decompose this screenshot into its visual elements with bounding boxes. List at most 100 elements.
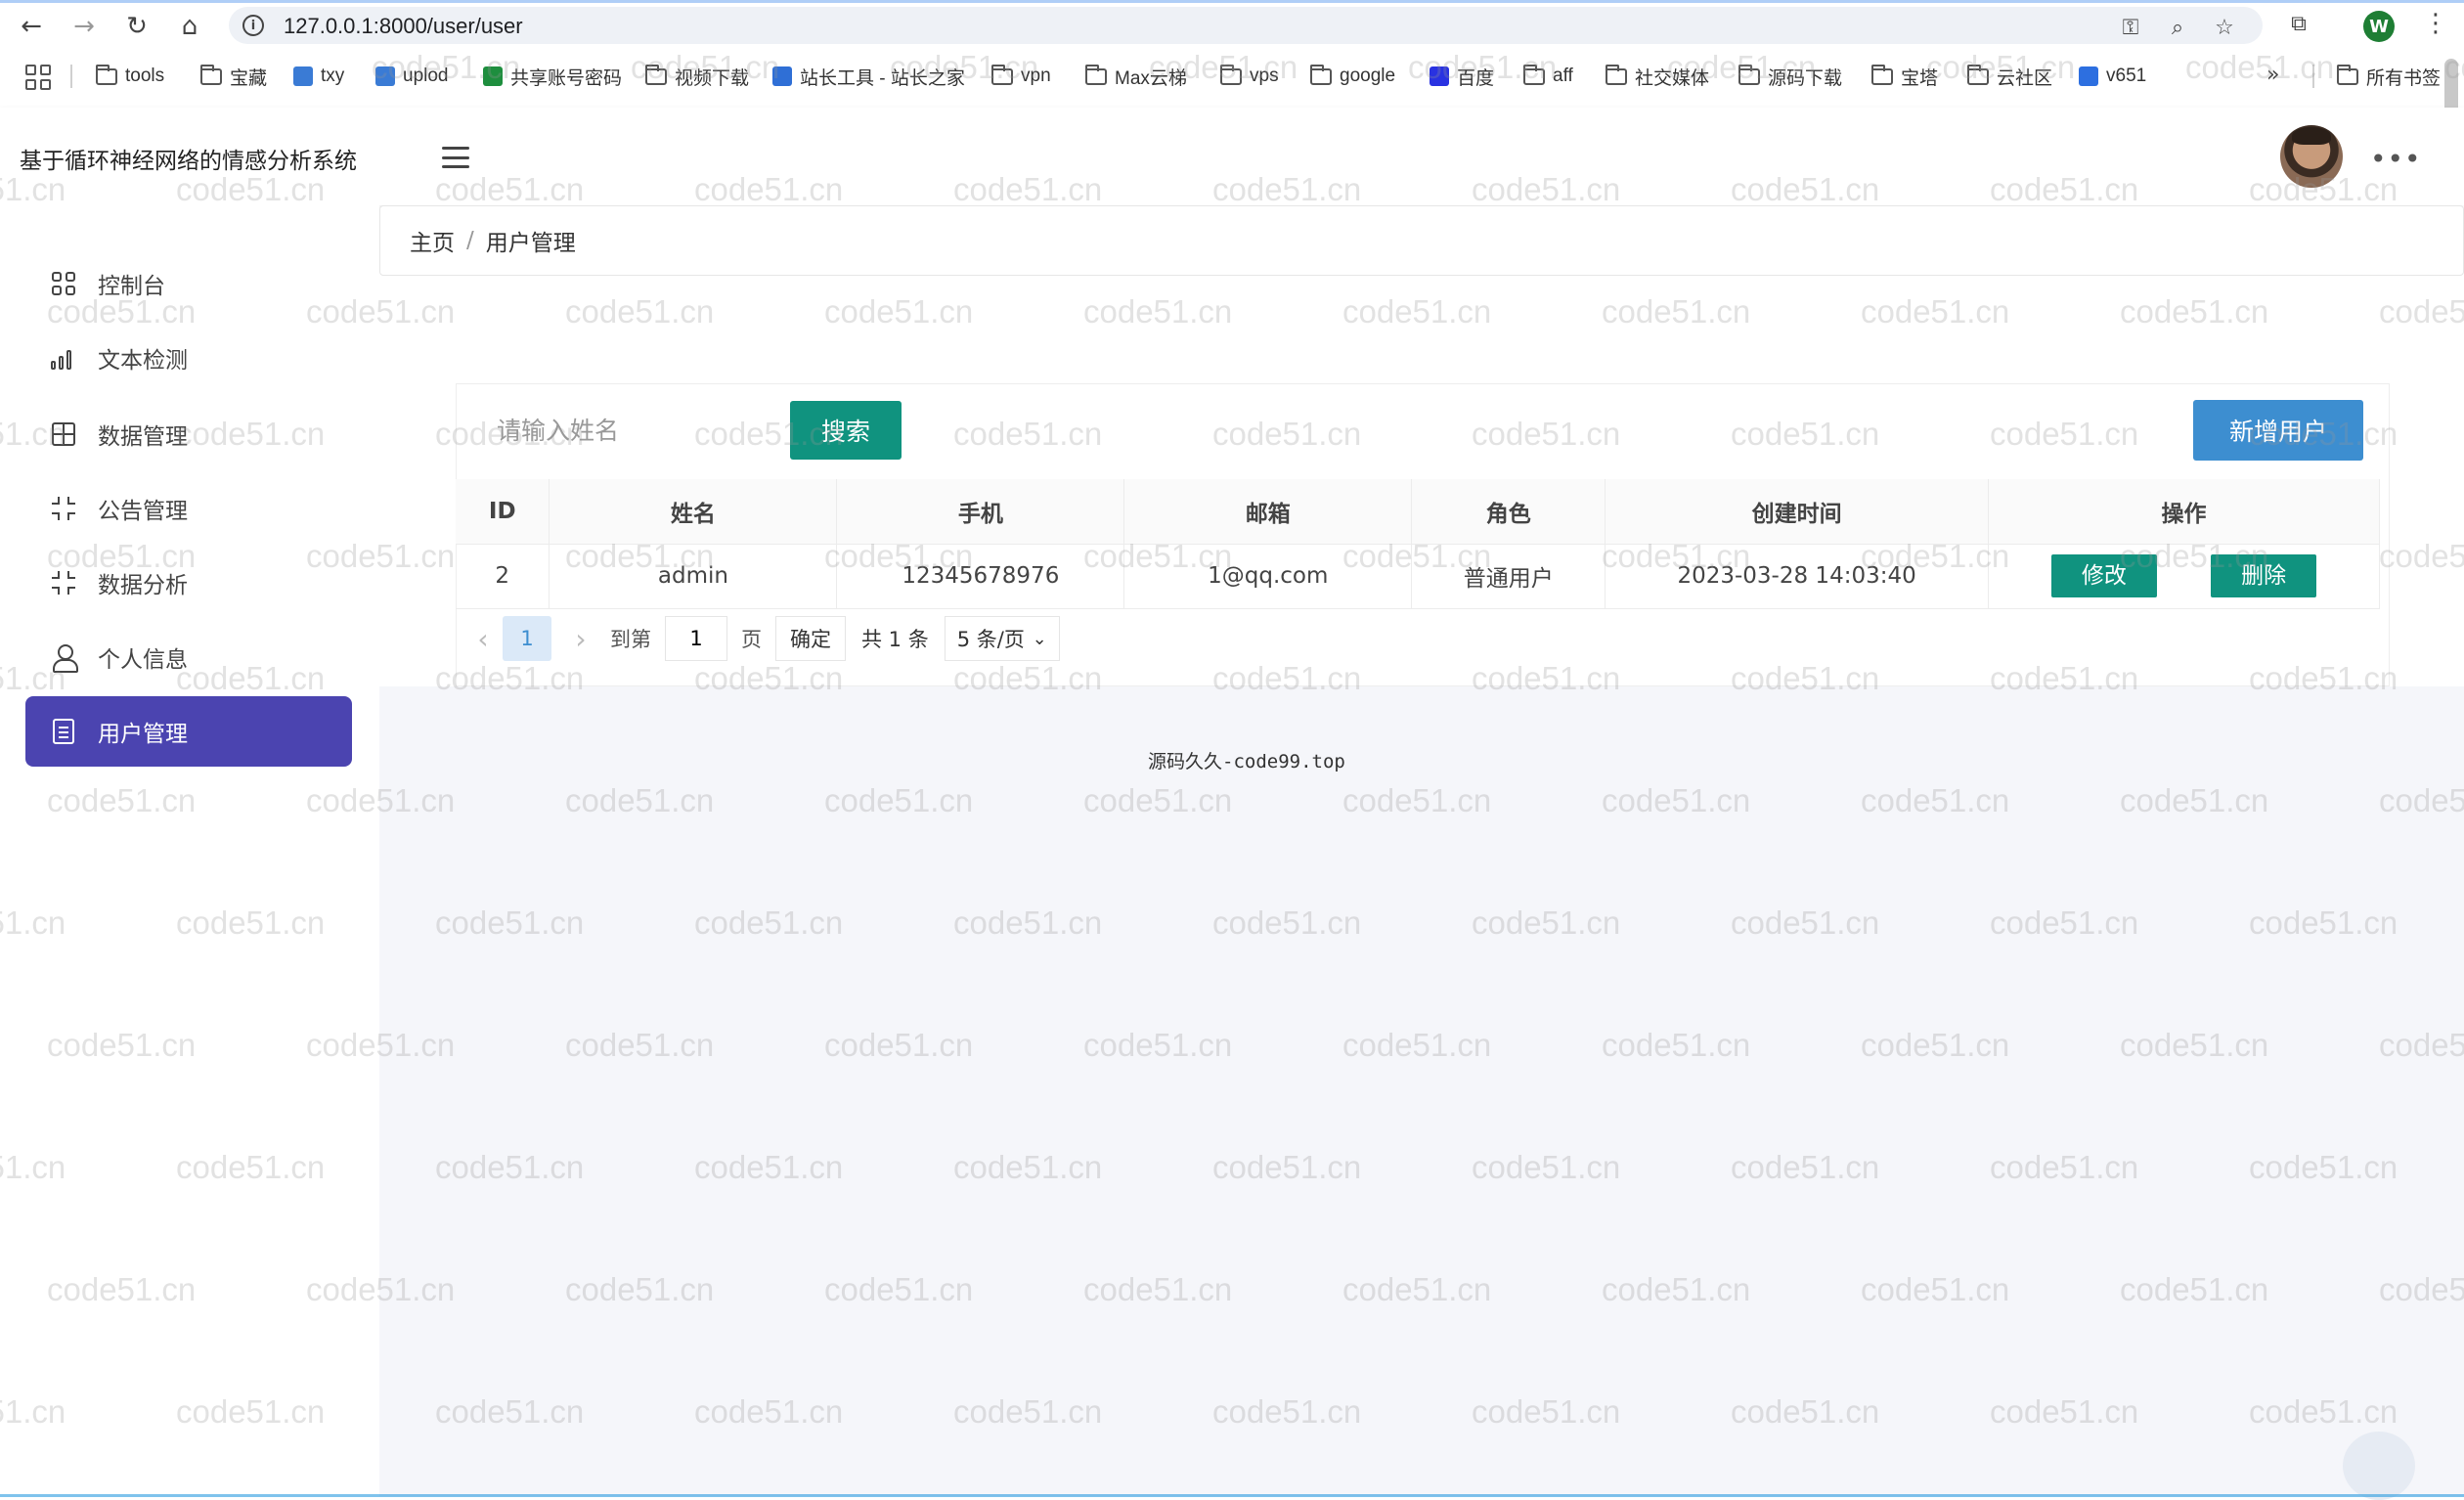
bookmark-item[interactable]: 站长工具 - 站长之家: [772, 63, 965, 90]
more-bookmarks-icon[interactable]: »: [2266, 63, 2279, 87]
bookmark-item[interactable]: 视频下载: [645, 63, 749, 90]
bookmark-item[interactable]: txy: [293, 63, 344, 90]
bookmark-star-icon[interactable]: ☆: [2210, 13, 2239, 42]
search-button[interactable]: 搜索: [790, 401, 902, 460]
password-key-icon[interactable]: ⚿: [2116, 13, 2145, 42]
column-header-id[interactable]: ID: [456, 479, 550, 545]
column-header-phone[interactable]: 手机: [836, 479, 1125, 545]
bookmark-item[interactable]: aff: [1523, 63, 1573, 90]
sidebar-item-announcements[interactable]: 公告管理: [25, 473, 352, 544]
breadcrumb-separator: /: [466, 228, 474, 253]
column-header-role[interactable]: 角色: [1411, 479, 1606, 545]
cell-actions: 修改 删除: [1988, 544, 2380, 609]
user-icon: [51, 644, 78, 673]
delete-button[interactable]: 删除: [2211, 554, 2317, 597]
bookmark-item[interactable]: google: [1310, 63, 1395, 90]
bookmark-item[interactable]: 百度: [1430, 63, 1494, 90]
table-header-row: ID 姓名 手机 邮箱 角色 创建时间 操作: [456, 479, 2380, 545]
browser-bottom-line: [0, 1494, 2464, 1497]
watermark-text: code51.cn: [2379, 293, 2464, 330]
bookmark-item[interactable]: 共享账号密码: [483, 63, 622, 90]
user-table: ID 姓名 手机 邮箱 角色 创建时间 操作 2 admin 123456789…: [456, 479, 2380, 609]
user-avatar[interactable]: [2280, 125, 2343, 188]
more-options-icon[interactable]: •••: [2370, 143, 2422, 175]
folder-icon: [991, 64, 1013, 85]
site-info-icon[interactable]: i: [242, 15, 264, 36]
back-icon[interactable]: ←: [14, 9, 49, 44]
bookmark-label: 源码下载: [1768, 67, 1843, 89]
watermark-text: code51.cn: [1083, 293, 1233, 330]
home-icon[interactable]: ⌂: [172, 9, 207, 44]
zoom-icon[interactable]: ⌕: [2163, 13, 2192, 42]
url-text[interactable]: 127.0.0.1:8000/user/user: [284, 14, 523, 39]
settings-fab-icon[interactable]: [2343, 1432, 2415, 1500]
sidebar-item-user-management[interactable]: 用户管理: [25, 696, 352, 767]
reload-icon[interactable]: ↻: [119, 9, 154, 44]
cell-name: admin: [549, 544, 838, 609]
edit-button[interactable]: 修改: [2050, 554, 2157, 597]
sidebar-item-data-analysis[interactable]: 数据分析: [25, 548, 352, 618]
watermark-text: code51.cn: [1602, 293, 1751, 330]
address-bar[interactable]: i 127.0.0.1:8000/user/user ⚿ ⌕ ☆: [229, 7, 2263, 44]
goto-confirm-button[interactable]: 确定: [775, 616, 846, 661]
breadcrumb-home[interactable]: 主页: [410, 224, 455, 257]
breadcrumb: 主页 / 用户管理: [379, 205, 2464, 276]
bookmark-item[interactable]: 宝塔: [1871, 63, 1938, 90]
search-input[interactable]: [479, 401, 790, 460]
browser-toolbar: ← → ↻ ⌂ i 127.0.0.1:8000/user/user ⚿ ⌕ ☆…: [0, 3, 2464, 44]
bookmark-label: 社交媒体: [1635, 67, 1710, 89]
page-size-value: 5 条/页: [956, 628, 1025, 651]
profile-avatar[interactable]: W: [2363, 11, 2395, 42]
goto-page-input[interactable]: [665, 616, 727, 661]
bookmark-label: v651: [2106, 66, 2147, 86]
bookmark-item[interactable]: vps: [1220, 63, 1279, 90]
column-header-email[interactable]: 邮箱: [1123, 479, 1413, 545]
bookmark-label: Max云梯: [1115, 67, 1187, 89]
all-bookmarks[interactable]: 所有书签: [2337, 63, 2441, 90]
bookmark-item[interactable]: 宝藏: [200, 63, 267, 90]
folder-icon: [1085, 64, 1107, 85]
bookmark-item[interactable]: Max云梯: [1085, 63, 1187, 90]
watermark-text: code51.cn: [565, 293, 715, 330]
bookmark-label: 云社区: [1997, 67, 2053, 89]
cell-created: 2023-03-28 14:03:40: [1605, 544, 1990, 609]
sidebar-item-text-detection[interactable]: 文本检测: [25, 323, 352, 393]
browser-menu-icon[interactable]: ⋮: [2423, 9, 2448, 38]
page-size-select[interactable]: 5 条/页 ⌄: [944, 616, 1060, 661]
page-number-1[interactable]: 1: [503, 616, 551, 661]
bookmark-label: vpn: [1021, 66, 1051, 86]
next-page-icon[interactable]: ›: [561, 623, 600, 655]
column-header-created[interactable]: 创建时间: [1605, 479, 1990, 545]
total-count: 共 1 条: [861, 628, 929, 651]
bookmark-label: uplod: [403, 66, 449, 86]
bookmark-item[interactable]: tools: [96, 63, 164, 90]
bookmark-item[interactable]: 云社区: [1967, 63, 2052, 90]
bookmark-label: 共享账号密码: [510, 67, 623, 89]
sidebar-item-label: 个人信息: [98, 647, 188, 673]
prev-page-icon[interactable]: ‹: [463, 623, 503, 655]
footer-text: 源码久久-code99.top: [1148, 751, 1345, 772]
bookmark-label: vps: [1250, 66, 1279, 86]
sidebar-item-label: 公告管理: [98, 499, 188, 524]
bookmark-item[interactable]: 源码下载: [1738, 63, 1842, 90]
bookmark-item[interactable]: vpn: [991, 63, 1051, 90]
table-icon: [51, 421, 76, 447]
sidebar-item-dashboard[interactable]: 控制台: [25, 248, 352, 319]
extensions-icon[interactable]: ⧉: [2284, 9, 2313, 38]
column-header-name[interactable]: 姓名: [549, 479, 838, 545]
watermark-text: code51.cn: [2120, 293, 2269, 330]
sidebar-item-data-management[interactable]: 数据管理: [25, 399, 352, 469]
folder-icon: [1220, 64, 1242, 85]
bookmark-item[interactable]: uplod: [375, 63, 449, 90]
sidebar: 控制台 文本检测 数据管理 公告管理 数据分析 个人信息 用户管理: [0, 205, 379, 1496]
menu-toggle-icon[interactable]: [442, 147, 469, 168]
folder-icon: [1967, 64, 1989, 85]
add-user-button[interactable]: 新增用户: [2193, 400, 2363, 461]
bookmark-item[interactable]: v651: [2079, 63, 2146, 90]
sidebar-item-profile[interactable]: 个人信息: [25, 622, 352, 692]
bookmark-item[interactable]: 社交媒体: [1606, 63, 1709, 90]
forward-icon[interactable]: →: [66, 9, 102, 44]
sidebar-item-label: 数据分析: [98, 573, 188, 598]
watermark-text: code51.cn: [824, 293, 974, 330]
apps-icon[interactable]: [25, 65, 51, 90]
